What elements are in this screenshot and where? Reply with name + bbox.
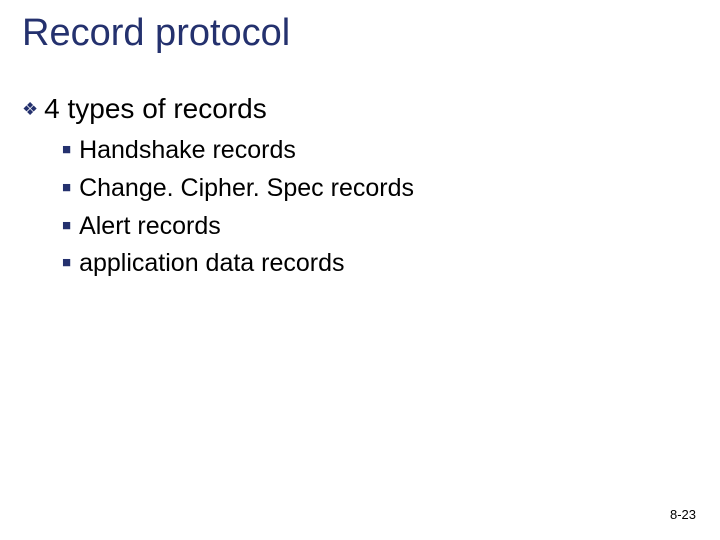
slide-title: Record protocol <box>22 12 290 55</box>
page-number: 8-23 <box>670 507 696 522</box>
sub-item-text: Handshake records <box>79 134 296 168</box>
diamond-bullet-icon: ❖ <box>22 100 38 118</box>
list-item: ■ Alert records <box>62 210 414 244</box>
sub-item-text: application data records <box>79 247 344 281</box>
sub-bullet-list: ■ Handshake records ■ Change. Cipher. Sp… <box>62 134 414 285</box>
list-item: ■ Change. Cipher. Spec records <box>62 172 414 206</box>
list-item: ■ application data records <box>62 247 414 281</box>
square-bullet-icon: ■ <box>62 142 71 157</box>
slide: Record protocol ❖ 4 types of records ■ H… <box>0 0 720 540</box>
main-bullet: ❖ 4 types of records <box>22 93 267 125</box>
list-item: ■ Handshake records <box>62 134 414 168</box>
square-bullet-icon: ■ <box>62 255 71 270</box>
square-bullet-icon: ■ <box>62 218 71 233</box>
square-bullet-icon: ■ <box>62 180 71 195</box>
sub-item-text: Alert records <box>79 210 221 244</box>
main-bullet-text: 4 types of records <box>44 93 267 125</box>
sub-item-text: Change. Cipher. Spec records <box>79 172 414 206</box>
